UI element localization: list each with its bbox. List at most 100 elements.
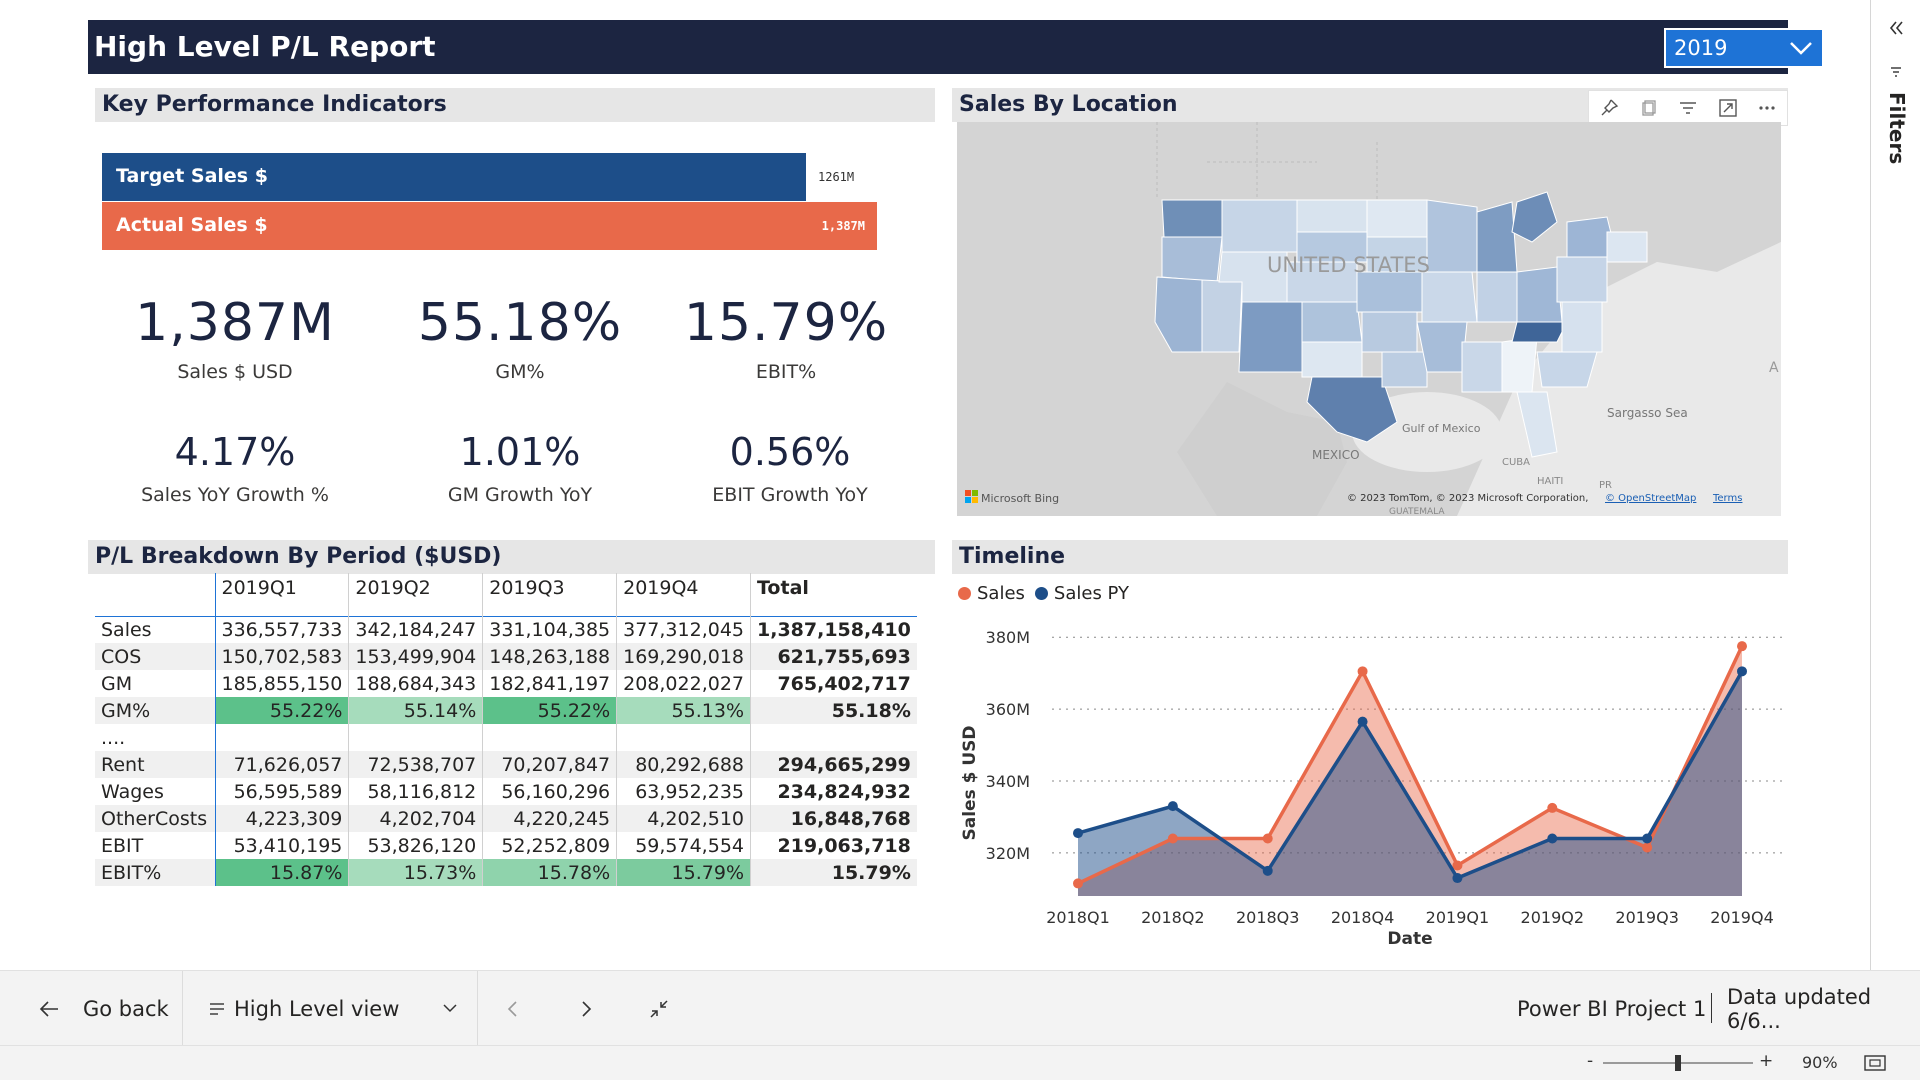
table-row: GM% 55.22% 55.14% 55.22% 55.13% 55.18% [95, 697, 917, 724]
data-point[interactable] [1547, 802, 1558, 813]
table-row: OtherCosts 4,223,309 4,202,704 4,220,245 4,2… [95, 805, 917, 832]
go-back-button[interactable]: Go back [38, 971, 169, 1046]
data-point[interactable] [1452, 873, 1463, 884]
kpi-ebit-label: EBIT% [755, 361, 817, 383]
data-point[interactable] [1262, 833, 1273, 844]
fit-to-page-icon[interactable] [1864, 1054, 1886, 1072]
filter-icon[interactable] [1668, 91, 1708, 125]
filters-pane[interactable]: Filters [1870, 0, 1920, 970]
copy-icon[interactable] [1629, 91, 1669, 125]
year-slicer-value: 2019 [1674, 36, 1728, 60]
table-cell: 72,538,707 [348, 751, 483, 778]
y-axis-title: Sales $ USD [960, 725, 980, 840]
collapse-icon [650, 999, 668, 1018]
table-cell: 185,855,150 [214, 670, 349, 697]
page-list-icon [210, 1002, 224, 1015]
data-point[interactable] [1073, 828, 1083, 839]
column-header[interactable]: Total [749, 573, 917, 616]
data-point[interactable] [1167, 801, 1178, 812]
legend-sales-py-label[interactable]: Sales PY [1054, 583, 1129, 604]
data-point[interactable] [1357, 666, 1368, 677]
x-tick-label: 2018Q1 [1046, 908, 1110, 927]
kpi-sales-yoy-value: 4.17% [174, 430, 296, 474]
column-header[interactable]: 2019Q2 [348, 573, 483, 616]
sales-map[interactable]: UNITED STATES MEXICO Gulf of Mexico Sarg… [957, 122, 1781, 516]
table-row: Wages 56,595,589 58,116,812 56,160,296 63,95… [95, 778, 917, 805]
chevron-down-icon [443, 1004, 457, 1013]
data-point[interactable] [1262, 865, 1273, 876]
zoom-out-button[interactable]: - [1587, 1051, 1593, 1071]
zoom-in-button[interactable]: + [1759, 1051, 1773, 1071]
actual-sales-bar[interactable]: Actual Sales $ 1,387M [102, 202, 877, 250]
zoom-slider[interactable] [1603, 1055, 1753, 1071]
status-bar: - + 90% [0, 1045, 1920, 1080]
map-label-haiti: HAITI [1537, 476, 1563, 487]
row-label: GM [101, 672, 133, 695]
filter-funnel-icon [1891, 67, 1901, 77]
project-name: Power BI Project 1 [1517, 996, 1707, 1021]
next-page-button[interactable] [578, 971, 594, 1046]
table-cell: 80,292,688 [616, 751, 751, 778]
map-terms-link[interactable]: Terms [1712, 493, 1742, 504]
report-title: High Level P/L Report [94, 30, 436, 63]
table-cell: 55.22% [482, 697, 617, 724]
year-slicer-dropdown[interactable]: 2019 [1664, 28, 1824, 68]
table-row: Sales 336,557,733 342,184,247 331,104,385 37… [95, 615, 917, 643]
x-tick-label: 2019Q4 [1710, 908, 1774, 927]
target-sales-bar[interactable]: Target Sales $ [102, 153, 806, 201]
table-cell: 56,160,296 [482, 778, 617, 805]
column-header[interactable]: 2019Q3 [482, 573, 617, 616]
pin-icon[interactable] [1589, 91, 1629, 125]
report-canvas: High Level P/L Report 2019 Key Performan… [0, 0, 1870, 970]
table-cell: 15.73% [348, 859, 483, 886]
region-kentucky[interactable] [1511, 321, 1568, 343]
table-cell: 53,410,195 [214, 832, 349, 859]
x-axis-title: Date [1387, 929, 1432, 949]
data-point[interactable] [1642, 842, 1653, 853]
kpi-sales-yoy-label: Sales YoY Growth % [141, 484, 329, 506]
row-label: .... [101, 726, 126, 749]
table-cell: 169,290,018 [616, 643, 751, 670]
row-label: Rent [95, 751, 215, 778]
region-washington[interactable] [1161, 199, 1223, 238]
table-cell: 71,626,057 [214, 751, 349, 778]
column-header[interactable]: 2019Q1 [214, 573, 349, 616]
map-label-pr: PR [1599, 480, 1612, 491]
map-osm-link[interactable]: © OpenStreetMap [1605, 493, 1696, 504]
table-cell: 182,841,197 [482, 670, 617, 697]
focus-mode-icon[interactable] [1708, 91, 1748, 125]
collapse-chevron-icon[interactable] [1888, 20, 1904, 36]
row-label: EBIT% [95, 859, 215, 886]
table-total-cell: 621,755,693 [749, 643, 917, 670]
legend-sales-label[interactable]: Sales [977, 583, 1025, 604]
data-point[interactable] [1167, 833, 1178, 844]
visual-header-toolbar [1588, 90, 1788, 126]
row-label: EBIT [101, 834, 144, 857]
data-point[interactable] [1073, 878, 1083, 889]
column-header[interactable]: 2019Q4 [616, 573, 751, 616]
data-point[interactable] [1737, 666, 1747, 677]
table-cell: 4,220,245 [482, 805, 617, 832]
previous-page-button[interactable] [505, 971, 521, 1046]
pl-breakdown-table: 2019Q1 2019Q2 2019Q3 2019Q4 Total Sales 336,55… [95, 573, 917, 886]
table-row: COS 150,702,583 153,499,904 148,263,188 169,… [95, 643, 917, 670]
filters-label[interactable]: Filters [1885, 92, 1909, 164]
zoom-slider-thumb[interactable] [1675, 1055, 1681, 1071]
x-tick-label: 2018Q3 [1236, 908, 1300, 927]
kpi-gm-value: 55.18% [417, 293, 623, 353]
timeline-chart[interactable]: 320M 340M 360M 380M 2018Q1 2018Q2 2018Q3 2018Q4… [952, 610, 1788, 950]
table-cell: 331,104,385 [482, 615, 617, 643]
map-label-gulf: Gulf of Mexico [1402, 422, 1481, 435]
chevron-right-icon [582, 1000, 592, 1017]
table-cell: 153,499,904 [348, 643, 483, 670]
more-options-icon[interactable] [1747, 91, 1787, 125]
table-cell: 15.87% [214, 859, 349, 886]
data-point[interactable] [1642, 833, 1653, 844]
data-point[interactable] [1357, 716, 1368, 727]
exit-full-screen-button[interactable] [648, 971, 670, 1046]
x-tick-label: 2018Q2 [1141, 908, 1205, 927]
data-point[interactable] [1547, 833, 1558, 844]
table-row: Rent 71,626,057 72,538,707 70,207,847 80,292… [95, 751, 917, 778]
page-selector-dropdown[interactable]: High Level view [208, 971, 458, 1046]
data-point[interactable] [1737, 641, 1747, 652]
